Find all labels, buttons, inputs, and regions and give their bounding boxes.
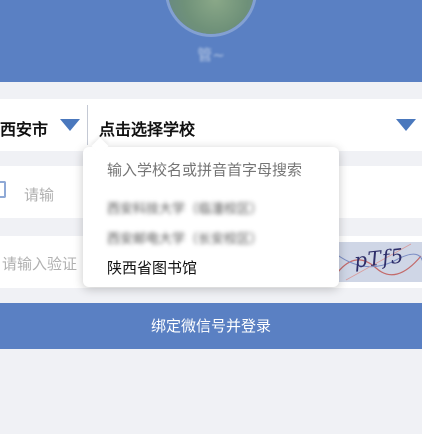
avatar	[168, 0, 254, 34]
school-select[interactable]: 点击选择学校	[99, 116, 195, 140]
phone-input[interactable]: 请输	[24, 184, 54, 205]
school-option[interactable]: 陕西省图书馆	[107, 257, 197, 278]
location-school-selector: 西安市 点击选择学校	[0, 99, 422, 151]
username-label: 管~	[197, 46, 225, 64]
profile-header: 管~	[0, 0, 422, 82]
school-dropdown-arrow-icon[interactable]	[396, 119, 416, 131]
school-dropdown-panel: 西安科技大学（临潼校区） 西安邮电大学（长安校区） 陕西省图书馆	[83, 137, 339, 287]
city-dropdown-arrow-icon[interactable]	[60, 119, 80, 131]
phone-icon	[0, 181, 6, 198]
captcha-image[interactable]: pTf5	[335, 242, 422, 282]
city-select[interactable]: 西安市	[0, 116, 48, 140]
selector-divider	[87, 105, 88, 145]
school-option[interactable]: 西安邮电大学（长安校区）	[107, 228, 263, 247]
bind-wechat-login-button[interactable]: 绑定微信号并登录	[0, 303, 422, 349]
school-option[interactable]: 西安科技大学（临潼校区）	[107, 198, 263, 217]
school-search-input[interactable]	[107, 161, 327, 179]
verification-code-input[interactable]: 请输入验证	[2, 253, 77, 274]
